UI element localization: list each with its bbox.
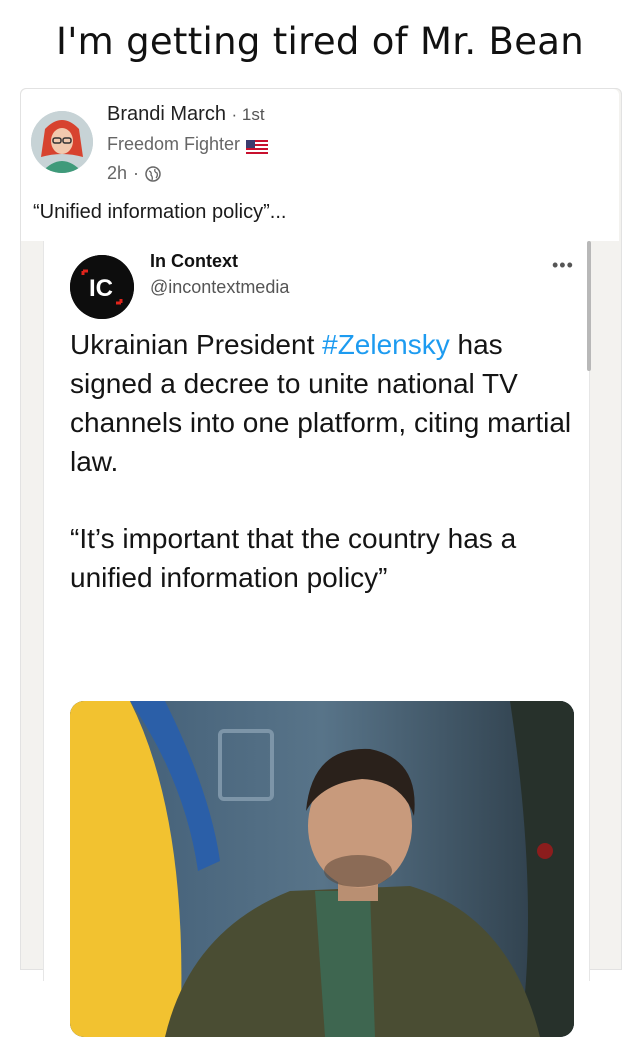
post-header: Brandi March · 1st Freedom Fighter 2h · xyxy=(21,89,619,241)
post-card: Brandi March · 1st Freedom Fighter 2h · xyxy=(20,88,622,1037)
author-headline: Freedom Fighter xyxy=(107,134,269,155)
tweet-body: Ukrainian President #Zelensky has signed… xyxy=(70,325,575,597)
tweet-text: Ukrainian President #Zelensky has signed… xyxy=(70,329,572,477)
post-text: “Unified information policy”... xyxy=(33,201,287,223)
globe-icon xyxy=(145,165,161,182)
tweet-handle[interactable]: @incontextmedia xyxy=(150,277,289,298)
tweet-photo[interactable] xyxy=(70,701,574,1037)
headline-text: Freedom Fighter xyxy=(107,134,241,154)
logo-text: IC xyxy=(89,275,113,302)
connection-degree: 1st xyxy=(241,105,265,124)
incontext-logo[interactable]: IC xyxy=(70,255,134,319)
tweet-account-name[interactable]: In Context xyxy=(150,251,238,272)
hashtag-link[interactable]: #Zelensky xyxy=(322,329,450,360)
tweet-quote: “It’s important that the country has a u… xyxy=(70,523,517,593)
author-avatar[interactable] xyxy=(31,111,93,173)
post-time: 2h xyxy=(107,163,128,183)
meme-caption: I'm getting tired of Mr. Bean xyxy=(56,20,584,63)
author-name[interactable]: Brandi March xyxy=(107,103,226,125)
author-name-row[interactable]: Brandi March · 1st xyxy=(107,103,265,126)
post-meta: 2h · xyxy=(107,163,161,184)
embedded-tweet[interactable]: IC In Context @incontextmedia ••• Ukrain… xyxy=(43,241,590,1037)
scrollbar[interactable] xyxy=(587,241,591,371)
more-horizontal-icon[interactable]: ••• xyxy=(552,255,574,276)
us-flag-icon xyxy=(246,138,269,154)
